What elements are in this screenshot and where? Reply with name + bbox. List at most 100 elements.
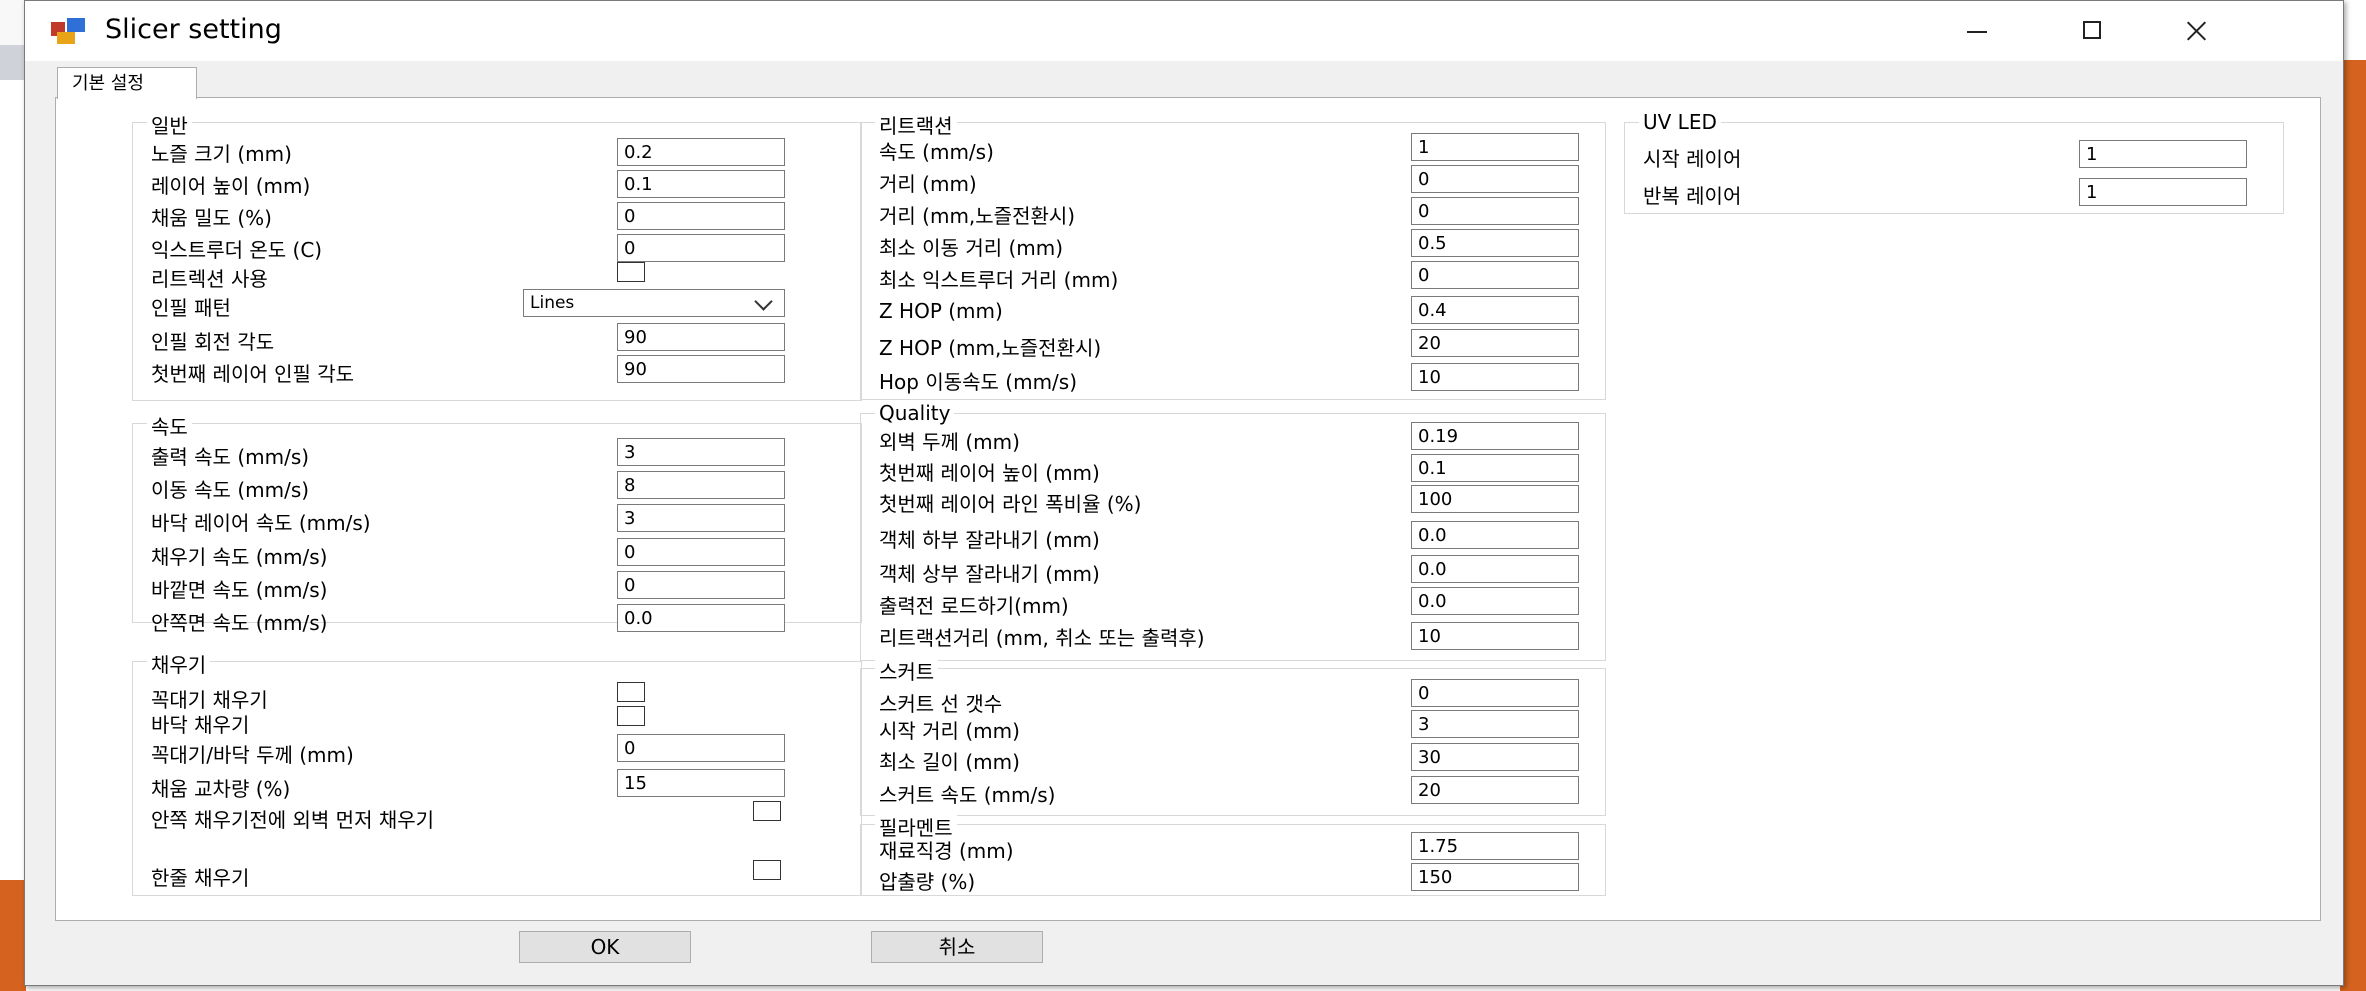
- group-general: 일반 노즐 크기 (mm) 0.2 레이어 높이 (mm) 0.1 채움 밀도 …: [132, 110, 862, 401]
- uv-start-layer-input[interactable]: 1: [2079, 140, 2247, 168]
- layer-height-input[interactable]: 0.1: [617, 170, 785, 198]
- cut-bottom-label: 객체 하부 잘라내기 (mm): [879, 528, 1100, 552]
- outer-wall-speed-label: 바깥면 속도 (mm/s): [151, 578, 328, 602]
- infill-speed-label: 채우기 속도 (mm/s): [151, 545, 328, 569]
- app-icon: [51, 18, 87, 44]
- retraction-speed-input[interactable]: 1: [1411, 133, 1579, 161]
- group-general-title: 일반: [147, 110, 192, 139]
- tab-page-basic: 일반 노즐 크기 (mm) 0.2 레이어 높이 (mm) 0.1 채움 밀도 …: [55, 97, 2321, 921]
- infill-pattern-select[interactable]: Lines: [523, 289, 785, 317]
- travel-speed-input[interactable]: 8: [617, 471, 785, 499]
- infill-density-input[interactable]: 0: [617, 202, 785, 230]
- retraction-distance-switch-input[interactable]: 0: [1411, 197, 1579, 225]
- first-layer-angle-label: 첫번째 레이어 인필 각도: [151, 362, 355, 386]
- close-icon[interactable]: [2165, 11, 2225, 51]
- flow-label: 압출량 (%): [879, 870, 976, 894]
- first-layer-width-input[interactable]: 100: [1411, 485, 1579, 513]
- background-strip: [0, 880, 26, 991]
- bottom-fill-checkbox[interactable]: [617, 706, 645, 726]
- inner-wall-speed-input[interactable]: 0.0: [617, 604, 785, 632]
- top-fill-checkbox[interactable]: [617, 682, 645, 702]
- flow-input[interactable]: 150: [1411, 863, 1579, 891]
- extruder-temp-label: 익스트루더 온도 (C): [151, 238, 323, 262]
- group-uv-led: UV LED 시작 레이어 1 반복 레이어 1: [1624, 110, 2284, 214]
- print-speed-label: 출력 속도 (mm/s): [151, 445, 310, 469]
- filament-diameter-label: 재료직경 (mm): [879, 839, 1014, 863]
- min-extrude-input[interactable]: 0: [1411, 261, 1579, 289]
- group-speed: 속도 출력 속도 (mm/s) 3 이동 속도 (mm/s) 8 바닥 레이어 …: [132, 411, 862, 635]
- cut-bottom-input[interactable]: 0.0: [1411, 521, 1579, 549]
- layer-height-label: 레이어 높이 (mm): [151, 174, 311, 198]
- bottom-fill-label: 바닥 채우기: [151, 713, 250, 737]
- skirt-speed-label: 스커트 속도 (mm/s): [879, 783, 1056, 807]
- infill-speed-input[interactable]: 0: [617, 538, 785, 566]
- cut-top-label: 객체 상부 잘라내기 (mm): [879, 562, 1100, 586]
- wall-thickness-input[interactable]: 0.19: [1411, 422, 1579, 450]
- skirt-lines-input[interactable]: 0: [1411, 679, 1579, 707]
- uv-start-layer-label: 시작 레이어: [1643, 147, 1742, 171]
- zhop-switch-input[interactable]: 20: [1411, 329, 1579, 357]
- preload-label: 출력전 로드하기(mm): [879, 594, 1069, 618]
- nozzle-size-input[interactable]: 0.2: [617, 138, 785, 166]
- skirt-min-length-input[interactable]: 30: [1411, 743, 1579, 771]
- perimeter-first-label: 안쪽 채우기전에 외벽 먼저 채우기: [151, 808, 435, 832]
- infill-density-label: 채움 밀도 (%): [151, 206, 272, 230]
- min-extrude-label: 최소 익스트루더 거리 (mm): [879, 268, 1119, 292]
- outer-wall-speed-input[interactable]: 0: [617, 571, 785, 599]
- single-line-fill-checkbox[interactable]: [753, 860, 781, 880]
- min-travel-label: 최소 이동 거리 (mm): [879, 236, 1064, 260]
- retraction-use-label: 리트렉션 사용: [151, 267, 268, 291]
- infill-rotation-label: 인필 회전 각도: [151, 330, 275, 354]
- wall-thickness-label: 외벽 두께 (mm): [879, 430, 1020, 454]
- infill-rotation-input[interactable]: 90: [617, 323, 785, 351]
- group-quality: Quality 외벽 두께 (mm) 0.19 첫번째 레이어 높이 (mm) …: [860, 401, 1606, 661]
- filament-diameter-input[interactable]: 1.75: [1411, 832, 1579, 860]
- skirt-min-length-label: 최소 길이 (mm): [879, 750, 1020, 774]
- infill-pattern-value: Lines: [530, 293, 575, 313]
- retraction-distance-switch-label: 거리 (mm,노즐전환시): [879, 204, 1076, 228]
- retraction-distance-input[interactable]: 0: [1411, 165, 1579, 193]
- group-retraction-title: 리트랙션: [875, 110, 957, 139]
- skirt-start-input[interactable]: 3: [1411, 710, 1579, 738]
- retraction-use-checkbox[interactable]: [617, 262, 645, 282]
- slicer-settings-dialog: Slicer setting 기본 설정 일반 노즐 크기 (mm) 0.2 레…: [24, 0, 2344, 986]
- top-bottom-thickness-label: 꼭대기/바닥 두께 (mm): [151, 743, 354, 767]
- retraction-distance-after-input[interactable]: 10: [1411, 622, 1579, 650]
- group-fill: 채우기 꼭대기 채우기 바닥 채우기 꼭대기/바닥 두께 (mm) 0 채움 교…: [132, 649, 862, 896]
- first-layer-angle-input[interactable]: 90: [617, 355, 785, 383]
- perimeter-first-checkbox[interactable]: [753, 801, 781, 821]
- ok-button[interactable]: OK: [519, 931, 691, 963]
- extruder-temp-input[interactable]: 0: [617, 234, 785, 262]
- hop-speed-label: Hop 이동속도 (mm/s): [879, 370, 1078, 394]
- title-bar[interactable]: Slicer setting: [25, 1, 2343, 61]
- nozzle-size-label: 노즐 크기 (mm): [151, 142, 292, 166]
- skirt-speed-input[interactable]: 20: [1411, 776, 1579, 804]
- retraction-distance-after-label: 리트랙션거리 (mm, 취소 또는 출력후): [879, 626, 1205, 650]
- top-bottom-thickness-input[interactable]: 0: [617, 734, 785, 762]
- group-filament: 필라멘트 재료직경 (mm) 1.75 압출량 (%) 150: [860, 812, 1606, 896]
- retraction-distance-label: 거리 (mm): [879, 172, 977, 196]
- group-quality-title: Quality: [875, 401, 955, 425]
- zhop-input[interactable]: 0.4: [1411, 296, 1579, 324]
- group-skirt-title: 스커트: [875, 656, 939, 685]
- first-layer-height-label: 첫번째 레이어 높이 (mm): [879, 461, 1100, 485]
- group-speed-title: 속도: [147, 411, 192, 440]
- group-retraction: 리트랙션 속도 (mm/s) 1 거리 (mm) 0 거리 (mm,노즐전환시)…: [860, 110, 1606, 400]
- chevron-down-icon: [754, 292, 773, 311]
- maximize-icon[interactable]: [2063, 11, 2123, 51]
- tab-basic-settings[interactable]: 기본 설정: [57, 67, 197, 99]
- group-skirt: 스커트 스커트 선 갯수 0 시작 거리 (mm) 3 최소 길이 (mm) 3…: [860, 656, 1606, 816]
- uv-repeat-layer-input[interactable]: 1: [2079, 178, 2247, 206]
- hop-speed-input[interactable]: 10: [1411, 363, 1579, 391]
- cut-top-input[interactable]: 0.0: [1411, 555, 1579, 583]
- first-layer-height-input[interactable]: 0.1: [1411, 454, 1579, 482]
- preload-input[interactable]: 0.0: [1411, 587, 1579, 615]
- min-travel-input[interactable]: 0.5: [1411, 229, 1579, 257]
- group-fill-title: 채우기: [147, 649, 211, 678]
- skirt-lines-label: 스커트 선 갯수: [879, 692, 1003, 716]
- bottom-layer-speed-input[interactable]: 3: [617, 504, 785, 532]
- minimize-icon[interactable]: [1947, 11, 2007, 51]
- infill-overlap-input[interactable]: 15: [617, 769, 785, 797]
- print-speed-input[interactable]: 3: [617, 438, 785, 466]
- cancel-button[interactable]: 취소: [871, 931, 1043, 963]
